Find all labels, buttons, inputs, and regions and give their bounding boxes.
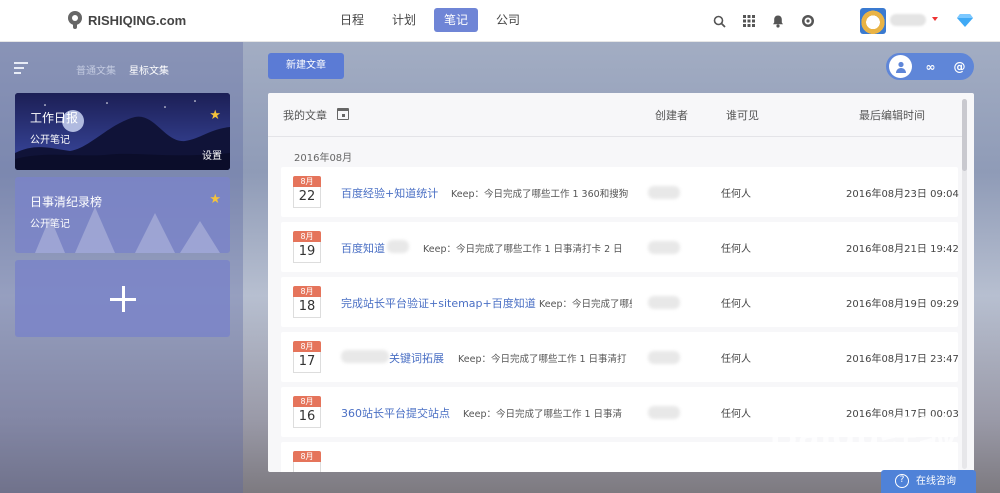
column-visibility: 谁可见 bbox=[726, 109, 759, 122]
article-edited-time: 2016年08月19日 09:29 bbox=[846, 299, 959, 310]
title-redacted bbox=[387, 240, 409, 253]
at-icon[interactable]: @ bbox=[948, 55, 971, 78]
table-row[interactable]: 8月 19 百度知道 Keep：今日完成了哪些工作 1 日事清打卡 2 日 任何… bbox=[281, 222, 959, 272]
creator-redacted bbox=[648, 296, 680, 309]
logo[interactable]: RISHIQING.com bbox=[68, 11, 186, 29]
user-icon[interactable] bbox=[889, 55, 912, 78]
column-creator: 创建者 bbox=[655, 109, 688, 122]
article-edited-time: 2016年08月17日 23:47 bbox=[846, 354, 959, 365]
tab-starred-collections[interactable]: 星标文集 bbox=[129, 62, 169, 77]
column-my-articles: 我的文章 bbox=[283, 109, 327, 122]
notebook-subtitle: 公开笔记 bbox=[30, 135, 70, 146]
date-badge: 8月 18 bbox=[293, 286, 321, 318]
diamond-icon[interactable] bbox=[957, 12, 973, 28]
new-article-button[interactable]: 新建文章 bbox=[268, 53, 344, 79]
nav-item-notes[interactable]: 笔记 bbox=[434, 8, 479, 32]
logo-text: RISHIQING.com bbox=[88, 12, 187, 28]
date-badge: 8月 bbox=[293, 451, 321, 472]
column-last-edited: 最后编辑时间 bbox=[859, 109, 925, 122]
title-redacted bbox=[341, 350, 389, 363]
top-bar: RISHIQING.com 日程 计划 笔记 公司 bbox=[0, 0, 1000, 42]
notebook-subtitle: 公开笔记 bbox=[30, 219, 70, 230]
username-redacted[interactable] bbox=[890, 14, 926, 26]
article-visibility: 任何人 bbox=[721, 409, 751, 420]
scrollbar-thumb[interactable] bbox=[962, 99, 967, 171]
article-excerpt: Keep：今日完成了哪些工作 1 360和搜狗 bbox=[451, 189, 629, 200]
main-nav: 日程 计划 笔记 公司 bbox=[330, 8, 530, 32]
nav-item-schedule[interactable]: 日程 bbox=[330, 8, 374, 32]
watermark-brand: Baidu经验 bbox=[770, 414, 959, 456]
watermark: Baidu经验 jingyan.baidu.com bbox=[770, 403, 990, 471]
creator-redacted bbox=[648, 241, 680, 254]
apps-grid-icon[interactable] bbox=[741, 13, 757, 29]
nav-item-company[interactable]: 公司 bbox=[486, 8, 530, 32]
article-title[interactable]: 360站长平台提交站点 bbox=[341, 405, 450, 421]
date-badge: 8月 19 bbox=[293, 231, 321, 263]
avatar[interactable] bbox=[860, 8, 886, 34]
date-day: 17 bbox=[293, 352, 321, 373]
date-month: 8月 bbox=[293, 396, 321, 407]
article-visibility: 任何人 bbox=[721, 244, 751, 255]
bell-icon[interactable] bbox=[770, 13, 786, 29]
notebook-settings-link[interactable]: 设置 bbox=[202, 147, 222, 162]
date-month: 8月 bbox=[293, 451, 321, 462]
chevron-down-icon[interactable] bbox=[932, 17, 938, 21]
date-month: 8月 bbox=[293, 341, 321, 352]
date-day: 16 bbox=[293, 407, 321, 428]
article-excerpt: Keep：今日完成了哪些工作 1 日事清打卡 2 日 bbox=[423, 244, 623, 255]
date-day: 22 bbox=[293, 187, 321, 208]
nav-item-plan[interactable]: 计划 bbox=[382, 8, 426, 32]
article-visibility: 任何人 bbox=[721, 189, 751, 200]
notebook-card-work-daily[interactable]: 工作日报 公开笔记 ★ 设置 bbox=[15, 93, 230, 170]
date-badge: 8月 17 bbox=[293, 341, 321, 373]
article-edited-time: 2016年08月23日 09:04 bbox=[846, 189, 959, 200]
creator-redacted bbox=[648, 186, 680, 199]
table-row[interactable]: 8月 22 百度经验+知道统计 Keep：今日完成了哪些工作 1 360和搜狗 … bbox=[281, 167, 959, 217]
article-title[interactable]: 百度经验+知道统计 bbox=[341, 185, 438, 201]
article-excerpt: Keep：今日完成了哪些工作 1 日事清 bbox=[463, 409, 623, 420]
notebook-card-rishiqing-ranking[interactable]: 日事清纪录榜 公开笔记 ★ bbox=[15, 177, 230, 253]
date-badge: 8月 16 bbox=[293, 396, 321, 428]
date-day: 19 bbox=[293, 242, 321, 263]
article-edited-time: 2016年08月21日 19:42 bbox=[846, 244, 959, 255]
article-title[interactable]: 关键词拓展 bbox=[389, 350, 444, 366]
location-pin-icon bbox=[68, 11, 82, 29]
date-month: 8月 bbox=[293, 286, 321, 297]
article-excerpt: Keep：今日完成了哪些 bbox=[539, 299, 632, 310]
creator-redacted bbox=[648, 406, 680, 419]
plus-icon bbox=[109, 285, 136, 312]
notebook-title: 日事清纪录榜 bbox=[30, 195, 103, 209]
article-visibility: 任何人 bbox=[721, 354, 751, 365]
article-excerpt: Keep：今日完成了哪些工作 1 日事清打 bbox=[458, 354, 627, 365]
table-row[interactable]: 8月 18 完成站长平台验证+sitemap+百度知道 Keep：今日完成了哪些… bbox=[281, 277, 959, 327]
star-icon[interactable]: ★ bbox=[209, 108, 221, 123]
notebook-title: 工作日报 bbox=[30, 111, 79, 125]
menu-icon[interactable] bbox=[14, 62, 28, 74]
article-title[interactable]: 完成站长平台验证+sitemap+百度知道 bbox=[341, 295, 536, 311]
creator-redacted bbox=[648, 351, 680, 364]
compass-icon[interactable] bbox=[800, 13, 816, 29]
date-badge: 8月 22 bbox=[293, 176, 321, 208]
view-toggle: ∞ @ bbox=[886, 53, 974, 80]
article-title[interactable]: 百度知道 bbox=[341, 240, 385, 256]
article-visibility: 任何人 bbox=[721, 299, 751, 310]
calendar-icon[interactable] bbox=[337, 108, 349, 120]
online-consult-button[interactable]: ? 在线咨询 bbox=[881, 470, 976, 493]
date-month: 8月 bbox=[293, 231, 321, 242]
month-group-label: 2016年08月 bbox=[294, 153, 353, 164]
article-table-header: 我的文章 创建者 谁可见 最后编辑时间 bbox=[268, 93, 962, 137]
infinity-icon[interactable]: ∞ bbox=[919, 55, 942, 78]
question-icon: ? bbox=[895, 474, 909, 488]
add-notebook-card[interactable] bbox=[15, 260, 230, 337]
date-day: 18 bbox=[293, 297, 321, 318]
table-row[interactable]: 8月 17 关键词拓展 Keep：今日完成了哪些工作 1 日事清打 任何人 20… bbox=[281, 332, 959, 382]
date-month: 8月 bbox=[293, 176, 321, 187]
search-icon[interactable] bbox=[711, 13, 727, 29]
date-day bbox=[293, 462, 321, 472]
tab-normal-collections[interactable]: 普通文集 bbox=[76, 62, 116, 77]
star-icon[interactable]: ★ bbox=[209, 192, 221, 207]
online-consult-label: 在线咨询 bbox=[916, 476, 956, 487]
